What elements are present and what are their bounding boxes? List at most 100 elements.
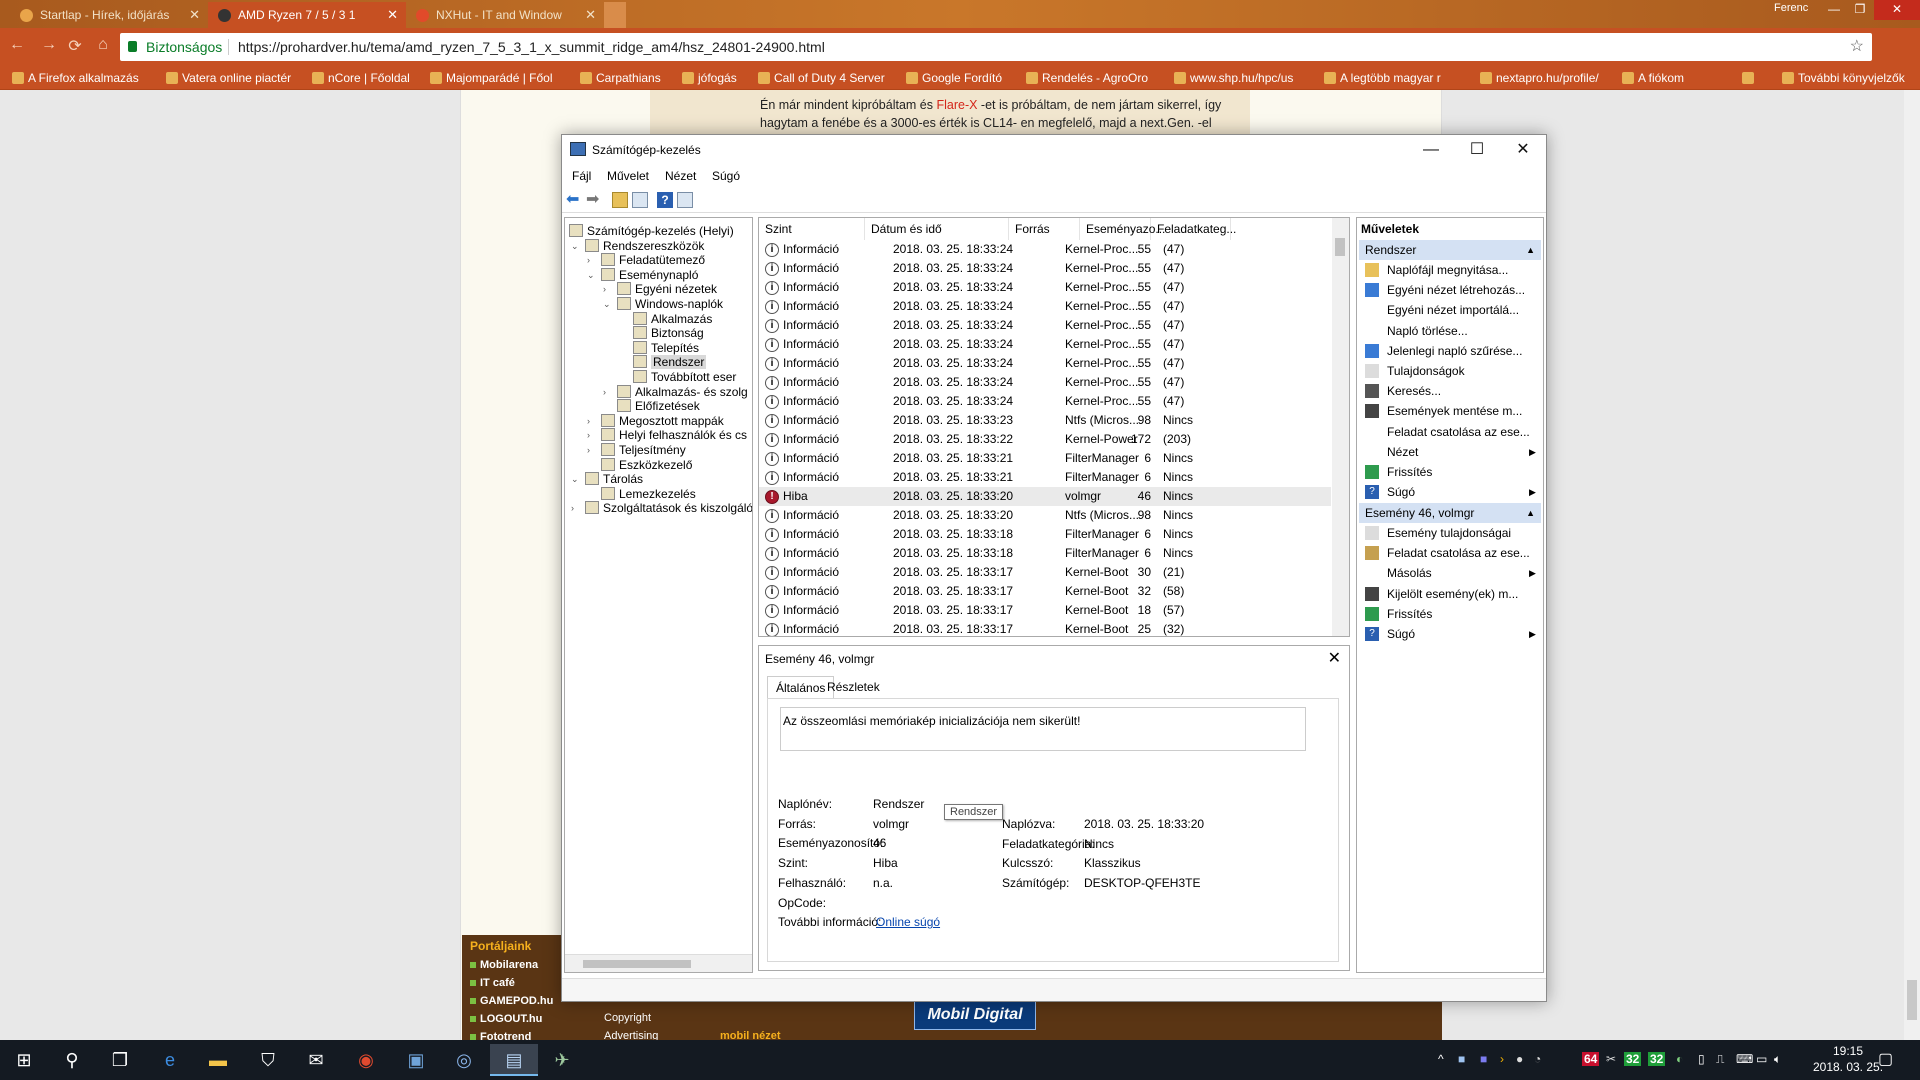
expand-chevron-down-icon[interactable]: ⌄ bbox=[571, 237, 581, 255]
taskbar-clock[interactable]: 19:15 2018. 03. 25. bbox=[1796, 1043, 1900, 1075]
bookmark[interactable]: nextapro.hu/profile/ bbox=[1478, 66, 1599, 90]
collapse-icon[interactable]: ▲ bbox=[1526, 240, 1535, 260]
table-row[interactable]: i Információ 2018. 03. 25. 18:33:21 FilterM… bbox=[759, 449, 1331, 468]
column-header[interactable]: Szint bbox=[759, 218, 865, 240]
table-row[interactable]: i Információ 2018. 03. 25. 18:33:24 Kernel-… bbox=[759, 354, 1331, 373]
table-row[interactable]: i Információ 2018. 03. 25. 18:33:23 Ntfs (M… bbox=[759, 411, 1331, 430]
new-tab-button[interactable] bbox=[604, 2, 626, 28]
action-item[interactable]: Másolás ▶ bbox=[1387, 563, 1536, 583]
event-list-scrollbar[interactable] bbox=[1332, 218, 1349, 636]
close-tab-icon[interactable]: ✕ bbox=[189, 2, 200, 28]
expand-chevron-down-icon[interactable]: ⌄ bbox=[603, 295, 613, 313]
portal-link[interactable]: IT café bbox=[470, 977, 515, 989]
tray-app-icon[interactable]: ◔ bbox=[1534, 1052, 1541, 1066]
actions-section-system[interactable]: Rendszer ▲ bbox=[1359, 240, 1541, 260]
expand-chevron-down-icon[interactable]: ⌄ bbox=[587, 266, 597, 284]
reload-icon[interactable]: ⟳ bbox=[64, 36, 86, 56]
action-item[interactable]: Napló törlése... bbox=[1387, 321, 1468, 341]
close-detail-icon[interactable]: ✕ bbox=[1328, 648, 1341, 668]
tray-chevron-icon[interactable]: ^ bbox=[1438, 1052, 1444, 1066]
collapse-icon[interactable]: ▲ bbox=[1526, 503, 1535, 523]
action-item[interactable]: Keresés... bbox=[1365, 381, 1441, 401]
tray-app-icon[interactable]: ● bbox=[1516, 1052, 1523, 1066]
tray-app-icon[interactable]: ■ bbox=[1480, 1052, 1487, 1066]
task-view-icon[interactable]: ❐ bbox=[96, 1044, 144, 1076]
battery-icon[interactable]: ▯ bbox=[1698, 1052, 1705, 1066]
bookmark[interactable]: nCore | Főoldal bbox=[310, 66, 410, 90]
table-row[interactable]: i Információ 2018. 03. 25. 18:33:21 FilterM… bbox=[759, 468, 1331, 487]
chrome-icon[interactable]: ◉ bbox=[342, 1044, 390, 1076]
help-icon[interactable]: ? bbox=[657, 192, 673, 208]
table-row[interactable]: i Információ 2018. 03. 25. 18:33:22 Kernel-… bbox=[759, 430, 1331, 449]
table-row[interactable]: i Információ 2018. 03. 25. 18:33:17 Kernel-… bbox=[759, 620, 1331, 636]
mail-icon[interactable]: ✉ bbox=[292, 1044, 340, 1076]
bookmarks-overflow-chevron[interactable]: » bbox=[1740, 66, 1754, 90]
post-link[interactable]: Flare-X bbox=[936, 98, 977, 112]
close-icon[interactable]: ✕ bbox=[1500, 135, 1546, 165]
scrollbar-thumb[interactable] bbox=[1335, 238, 1345, 256]
store-icon[interactable]: ⛉ bbox=[244, 1044, 292, 1076]
close-icon[interactable]: ✕ bbox=[1874, 0, 1920, 20]
table-row[interactable]: i Információ 2018. 03. 25. 18:33:20 Ntfs (M… bbox=[759, 506, 1331, 525]
network-icon[interactable]: ▭ bbox=[1756, 1052, 1767, 1066]
volume-icon[interactable]: 🔈︎ bbox=[1774, 1052, 1781, 1067]
action-item[interactable]: Naplófájl megnyitása... bbox=[1365, 260, 1508, 280]
scrollbar-thumb[interactable] bbox=[583, 960, 691, 968]
maximize-icon[interactable]: ☐ bbox=[1454, 135, 1500, 165]
action-item[interactable]: Feladat csatolása az ese... bbox=[1365, 543, 1530, 563]
page-scrollbar[interactable] bbox=[1904, 90, 1920, 1040]
bookmark[interactable]: Google Fordító bbox=[904, 66, 1002, 90]
app-taskbar-icon[interactable]: ✈ bbox=[538, 1044, 586, 1076]
table-row[interactable]: i Információ 2018. 03. 25. 18:33:24 Kernel-… bbox=[759, 278, 1331, 297]
table-row[interactable]: i Információ 2018. 03. 25. 18:33:18 FilterM… bbox=[759, 544, 1331, 563]
table-row[interactable]: i Információ 2018. 03. 25. 18:33:24 Kernel-… bbox=[759, 335, 1331, 354]
action-item[interactable]: Feladat csatolása az ese... bbox=[1387, 422, 1530, 442]
computer-management-taskbar-icon[interactable]: ▤ bbox=[490, 1044, 538, 1076]
table-row[interactable]: i Információ 2018. 03. 25. 18:33:17 Kernel-… bbox=[759, 582, 1331, 601]
action-item[interactable]: Kijelölt esemény(ek) m... bbox=[1365, 584, 1518, 604]
actions-section-event[interactable]: Esemény 46, volmgr ▲ bbox=[1359, 503, 1541, 523]
forward-arrow-icon[interactable]: ➡ bbox=[586, 192, 602, 208]
expand-chevron-right-icon[interactable]: › bbox=[603, 383, 613, 401]
tray-app-icon[interactable]: ◐ bbox=[1676, 1052, 1683, 1066]
menu-action[interactable]: Művelet bbox=[607, 169, 649, 183]
minimize-icon[interactable]: — bbox=[1822, 0, 1846, 20]
url-text[interactable]: https://prohardver.hu/tema/amd_ryzen_7_5… bbox=[238, 33, 825, 61]
browser-tab-active[interactable]: AMD Ryzen 7 / 5 / 3 1 ✕ bbox=[208, 2, 406, 28]
portal-link[interactable]: Mobilarena bbox=[470, 959, 538, 971]
action-item[interactable]: Események mentése m... bbox=[1365, 401, 1522, 421]
tray-app-icon[interactable]: ■ bbox=[1458, 1052, 1465, 1066]
other-bookmarks[interactable]: További könyvjelzők bbox=[1780, 66, 1905, 90]
column-header[interactable]: Feladatkateg... bbox=[1151, 218, 1236, 240]
close-tab-icon[interactable]: ✕ bbox=[387, 2, 398, 28]
expand-chevron-right-icon[interactable]: › bbox=[587, 441, 597, 459]
steam-icon[interactable]: ◎ bbox=[440, 1044, 488, 1076]
table-row[interactable]: i Információ 2018. 03. 25. 18:33:17 Kernel-… bbox=[759, 563, 1331, 582]
start-windows-icon[interactable]: ⊞ bbox=[0, 1044, 48, 1076]
bookmark[interactable]: A Firefox alkalmazás bbox=[10, 66, 139, 90]
tray-temp-badge[interactable]: 64 bbox=[1582, 1052, 1600, 1066]
tray-app-icon[interactable]: ✂ bbox=[1606, 1052, 1616, 1066]
tree-node[interactable]: › Szolgáltatások és kiszolgáló bbox=[571, 499, 752, 517]
table-row[interactable]: i Információ 2018. 03. 25. 18:33:18 FilterM… bbox=[759, 525, 1331, 544]
action-item[interactable]: Frissítés bbox=[1365, 604, 1432, 624]
file-explorer-icon[interactable]: ▬ bbox=[194, 1044, 242, 1076]
search-icon[interactable]: ⚲ bbox=[48, 1044, 96, 1076]
language-icon[interactable]: ⌨ bbox=[1736, 1052, 1753, 1066]
table-row[interactable]: i Információ 2018. 03. 25. 18:33:24 Kernel-… bbox=[759, 373, 1331, 392]
bookmark[interactable]: Majomparádé | Főol bbox=[428, 66, 553, 90]
portal-link[interactable]: LOGOUT.hu bbox=[470, 1013, 542, 1025]
menu-help[interactable]: Súgó bbox=[712, 169, 740, 183]
action-item[interactable]: Esemény tulajdonságai bbox=[1365, 523, 1511, 543]
footer-link[interactable]: Copyright bbox=[604, 1012, 651, 1024]
action-item[interactable]: Tulajdonságok bbox=[1365, 361, 1465, 381]
table-row[interactable]: i Információ 2018. 03. 25. 18:33:17 Kernel-… bbox=[759, 601, 1331, 620]
bookmark[interactable]: A legtöbb magyar r bbox=[1322, 66, 1441, 90]
expand-chevron-right-icon[interactable]: › bbox=[571, 499, 581, 517]
minimize-icon[interactable]: — bbox=[1408, 135, 1454, 165]
action-item[interactable]: Frissítés bbox=[1365, 462, 1432, 482]
omnibox[interactable]: Biztonságos https://prohardver.hu/tema/a… bbox=[120, 33, 1872, 61]
edge-icon[interactable]: e bbox=[146, 1044, 194, 1076]
tab-details[interactable]: Részletek bbox=[819, 676, 888, 698]
browser-user[interactable]: Ferenc bbox=[1774, 2, 1808, 14]
